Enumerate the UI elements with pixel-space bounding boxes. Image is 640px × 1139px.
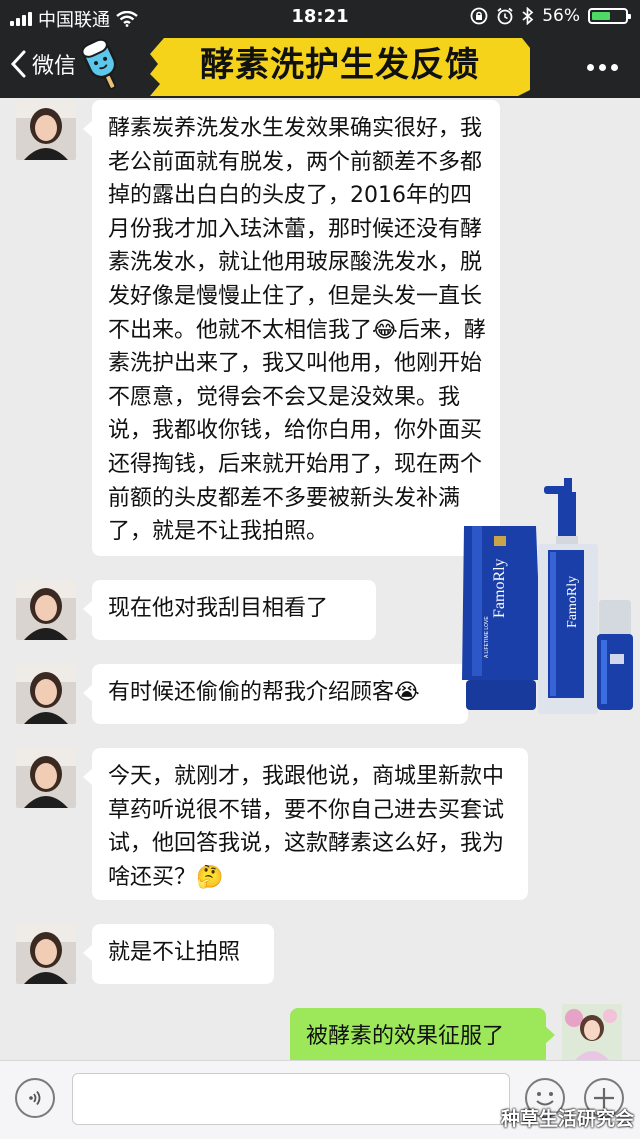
sender-avatar[interactable] [16, 924, 76, 984]
message-bubble: 有时候还偷偷的帮我介绍顾客😭 [83, 664, 468, 724]
product-image: FamoRly A LIFETIME LOVE FamoRly [462, 478, 633, 714]
sender-avatar[interactable] [16, 580, 76, 640]
message-text: 被酵素的效果征服了 [306, 1024, 505, 1049]
sender-avatar[interactable] [16, 664, 76, 724]
nav-bar: 微信 酵素洗护生发反馈 [0, 34, 640, 98]
message-bubble: 就是不让拍照 [83, 924, 274, 984]
tube-label-text: A LIFETIME LOVE [484, 616, 490, 658]
battery-fill [592, 12, 610, 20]
message-input[interactable] [72, 1073, 510, 1125]
message-bubble-sent: 被酵素的效果征服了 [290, 1008, 555, 1066]
battery-percent: 56% [542, 6, 580, 26]
back-button[interactable]: 微信 [10, 48, 76, 80]
message-text: 酵素炭养洗发水生发效果确实很好，我老公前面就有脱发，两个前额差不多都掉的露出白白… [108, 116, 486, 545]
message-text: 就是不让拍照 [108, 940, 241, 965]
watermark: 种草生活研究会 [500, 1108, 634, 1130]
pump-bottle: FamoRly [538, 478, 598, 714]
status-bar: 中国联通 18:21 56% [0, 0, 640, 34]
avatar-image [16, 924, 76, 984]
avatar-image [16, 100, 76, 160]
avatar-image [16, 580, 76, 640]
bluetooth-icon [522, 7, 534, 25]
my-avatar[interactable] [562, 1004, 622, 1064]
more-menu-button[interactable] [587, 64, 618, 71]
message-bubble: 今天，就刚才，我跟他说，商城里新款中草药听说很不错，要不你自己进去买套试试，他回… [83, 748, 528, 900]
alarm-icon [497, 7, 513, 25]
tube-bottle: FamoRly A LIFETIME LOVE [462, 526, 542, 710]
avatar-image [562, 1004, 622, 1064]
message-text: 有时候还偷偷的帮我介绍顾客😭 [108, 680, 420, 705]
sender-avatar[interactable] [16, 100, 76, 160]
rotation-lock-icon [470, 7, 488, 25]
message-bubble: 酵素炭养洗发水生发效果确实很好，我老公前面就有脱发，两个前额差不多都掉的露出白白… [83, 100, 500, 556]
tube-brand-text: FamoRly [491, 558, 508, 618]
message-text: 今天，就刚才，我跟他说，商城里新款中草药听说很不错，要不你自己进去买套试试，他回… [108, 764, 505, 890]
small-vial [597, 600, 633, 710]
sender-avatar[interactable] [16, 748, 76, 808]
message-text: 现在他对我刮目相看了 [108, 596, 329, 621]
avatar-image [16, 664, 76, 724]
pump-brand-text: FamoRly [565, 576, 580, 628]
battery-icon [588, 8, 631, 24]
chevron-left-icon [10, 50, 26, 78]
avatar-image [16, 748, 76, 808]
message-bubble: 现在他对我刮目相看了 [83, 580, 376, 640]
chat-area[interactable]: 酵素炭养洗发水生发效果确实很好，我老公前面就有脱发，两个前额差不多都掉的露出白白… [0, 98, 640, 1066]
chat-title: 酵素洗护生发反馈 [200, 45, 480, 85]
status-right: 56% [470, 6, 631, 26]
voice-icon [29, 1090, 41, 1106]
back-label: 微信 [32, 54, 77, 79]
popsicle-mascot-icon [81, 38, 117, 90]
voice-button[interactable] [15, 1078, 55, 1118]
